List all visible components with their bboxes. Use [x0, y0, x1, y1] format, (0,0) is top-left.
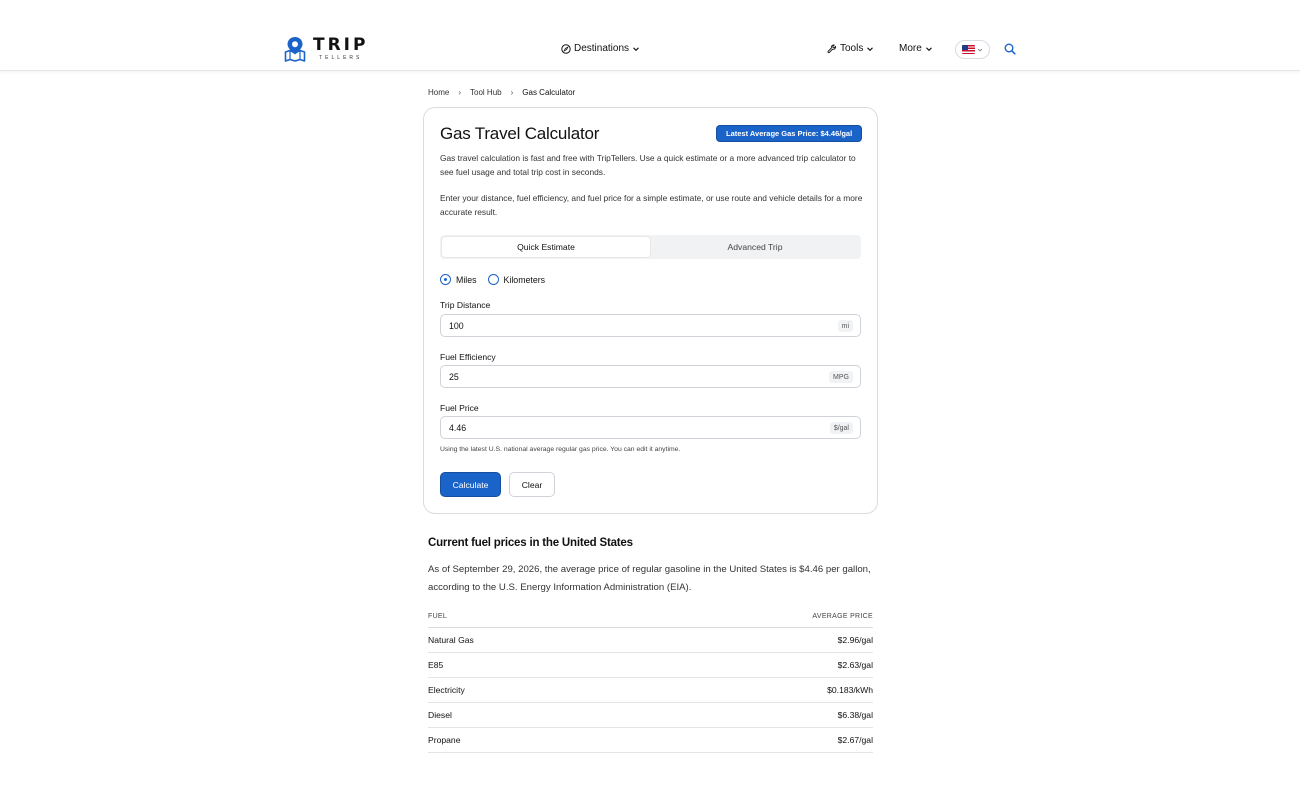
column-header-fuel: FUEL [428, 613, 448, 620]
clear-button[interactable]: Clear [509, 472, 555, 497]
fuel-efficiency-label: Fuel Efficiency [440, 352, 496, 362]
calculator-card: Gas Travel Calculator Latest Average Gas… [423, 107, 878, 514]
breadcrumb-home[interactable]: Home [428, 88, 449, 97]
chevron-down-icon [977, 48, 983, 52]
fuel-price: $2.63/gal [837, 660, 873, 670]
fuel-price: $2.67/gal [837, 735, 873, 745]
nav-tools-label: Tools [840, 43, 864, 54]
fuel-price-label: Fuel Price [440, 403, 479, 413]
fuel-name: Diesel [428, 710, 452, 720]
calculator-tabs: Quick Estimate Advanced Trip [440, 235, 861, 259]
breadcrumb: Home › Tool Hub › Gas Calculator [428, 88, 575, 97]
chevron-right-icon: › [458, 88, 462, 97]
map-pin-logo-icon [284, 37, 306, 62]
fuel-price: $2.96/gal [837, 635, 873, 645]
fuel-price-field: $/gal [440, 416, 861, 439]
tab-quick-estimate[interactable]: Quick Estimate [442, 237, 650, 257]
wrench-icon [827, 44, 837, 53]
breadcrumb-current: Gas Calculator [522, 88, 576, 97]
gas-price-badge: Latest Average Gas Price: $4.46/gal [716, 125, 863, 142]
fuel-price: $0.183/kWh [827, 685, 873, 695]
logo-subtitle: TELLERS [319, 55, 363, 61]
page-title: Gas Travel Calculator [440, 124, 600, 143]
chevron-down-icon [925, 46, 932, 51]
fuel-name: E85 [428, 660, 444, 670]
fuel-efficiency-input[interactable] [449, 366, 799, 387]
site-logo[interactable]: TRIP TELLERS [284, 36, 368, 62]
fuel-prices-description: As of September 29, 2026, the average pr… [428, 564, 871, 593]
table-row: Natural Gas $2.96/gal [428, 628, 873, 653]
us-flag-icon [962, 45, 975, 54]
table-row: Propane $2.67/gal [428, 728, 873, 753]
unit-badge: $/gal [829, 422, 853, 434]
chevron-right-icon: › [510, 88, 514, 97]
tab-advanced-trip[interactable]: Advanced Trip [651, 237, 859, 257]
logo-wordmark: TRIP [313, 35, 369, 55]
trip-distance-label: Trip Distance [440, 300, 491, 310]
radio-miles-label: Miles [456, 274, 477, 285]
table-header: FUEL AVERAGE PRICE [428, 606, 873, 628]
radio-button-checked[interactable] [440, 274, 451, 285]
trip-distance-input[interactable] [449, 315, 799, 336]
fuel-prices-heading: Current fuel prices in the United States [428, 537, 633, 549]
radio-miles[interactable]: Miles [440, 274, 477, 285]
table-row: Diesel $6.38/gal [428, 703, 873, 728]
unit-radio-group: Miles Kilometers [440, 274, 556, 285]
compass-icon [561, 43, 571, 54]
fuel-price-hint: Using the latest U.S. national average r… [440, 446, 681, 453]
radio-kilometers-label: Kilometers [503, 274, 546, 285]
nav-destinations-label: Destinations [574, 43, 630, 54]
calculator-intro: Gas travel calculation is fast and free … [440, 153, 856, 177]
search-icon[interactable] [1004, 43, 1016, 55]
radio-kilometers[interactable]: Kilometers [487, 274, 546, 285]
nav-more[interactable]: More [899, 43, 933, 54]
fuel-price-input[interactable] [449, 417, 799, 438]
fuel-name: Natural Gas [428, 635, 474, 645]
calculator-instructions: Enter your distance, fuel efficiency, an… [440, 193, 863, 217]
fuel-prices-table: FUEL AVERAGE PRICE Natural Gas $2.96/gal… [428, 606, 873, 753]
chevron-down-icon [867, 46, 874, 51]
breadcrumb-tool-hub[interactable]: Tool Hub [470, 88, 502, 97]
unit-badge: MPG [829, 371, 853, 383]
site-header: TRIP TELLERS Destinations Tools More [0, 0, 1300, 71]
chevron-down-icon [633, 46, 639, 51]
column-header-price: AVERAGE PRICE [812, 613, 873, 620]
trip-distance-field: mi [440, 314, 861, 337]
unit-badge: mi [837, 320, 853, 332]
calculate-button[interactable]: Calculate [440, 472, 501, 497]
fuel-name: Propane [428, 735, 461, 745]
nav-more-label: More [899, 43, 922, 54]
table-row: Electricity $0.183/kWh [428, 678, 873, 703]
nav-destinations[interactable]: Destinations [561, 43, 640, 54]
fuel-name: Electricity [428, 685, 465, 695]
fuel-efficiency-field: MPG [440, 365, 861, 388]
table-row: E85 $2.63/gal [428, 653, 873, 678]
language-selector[interactable] [955, 40, 990, 59]
fuel-price: $6.38/gal [837, 710, 873, 720]
nav-tools[interactable]: Tools [827, 43, 874, 54]
radio-button[interactable] [487, 274, 499, 285]
